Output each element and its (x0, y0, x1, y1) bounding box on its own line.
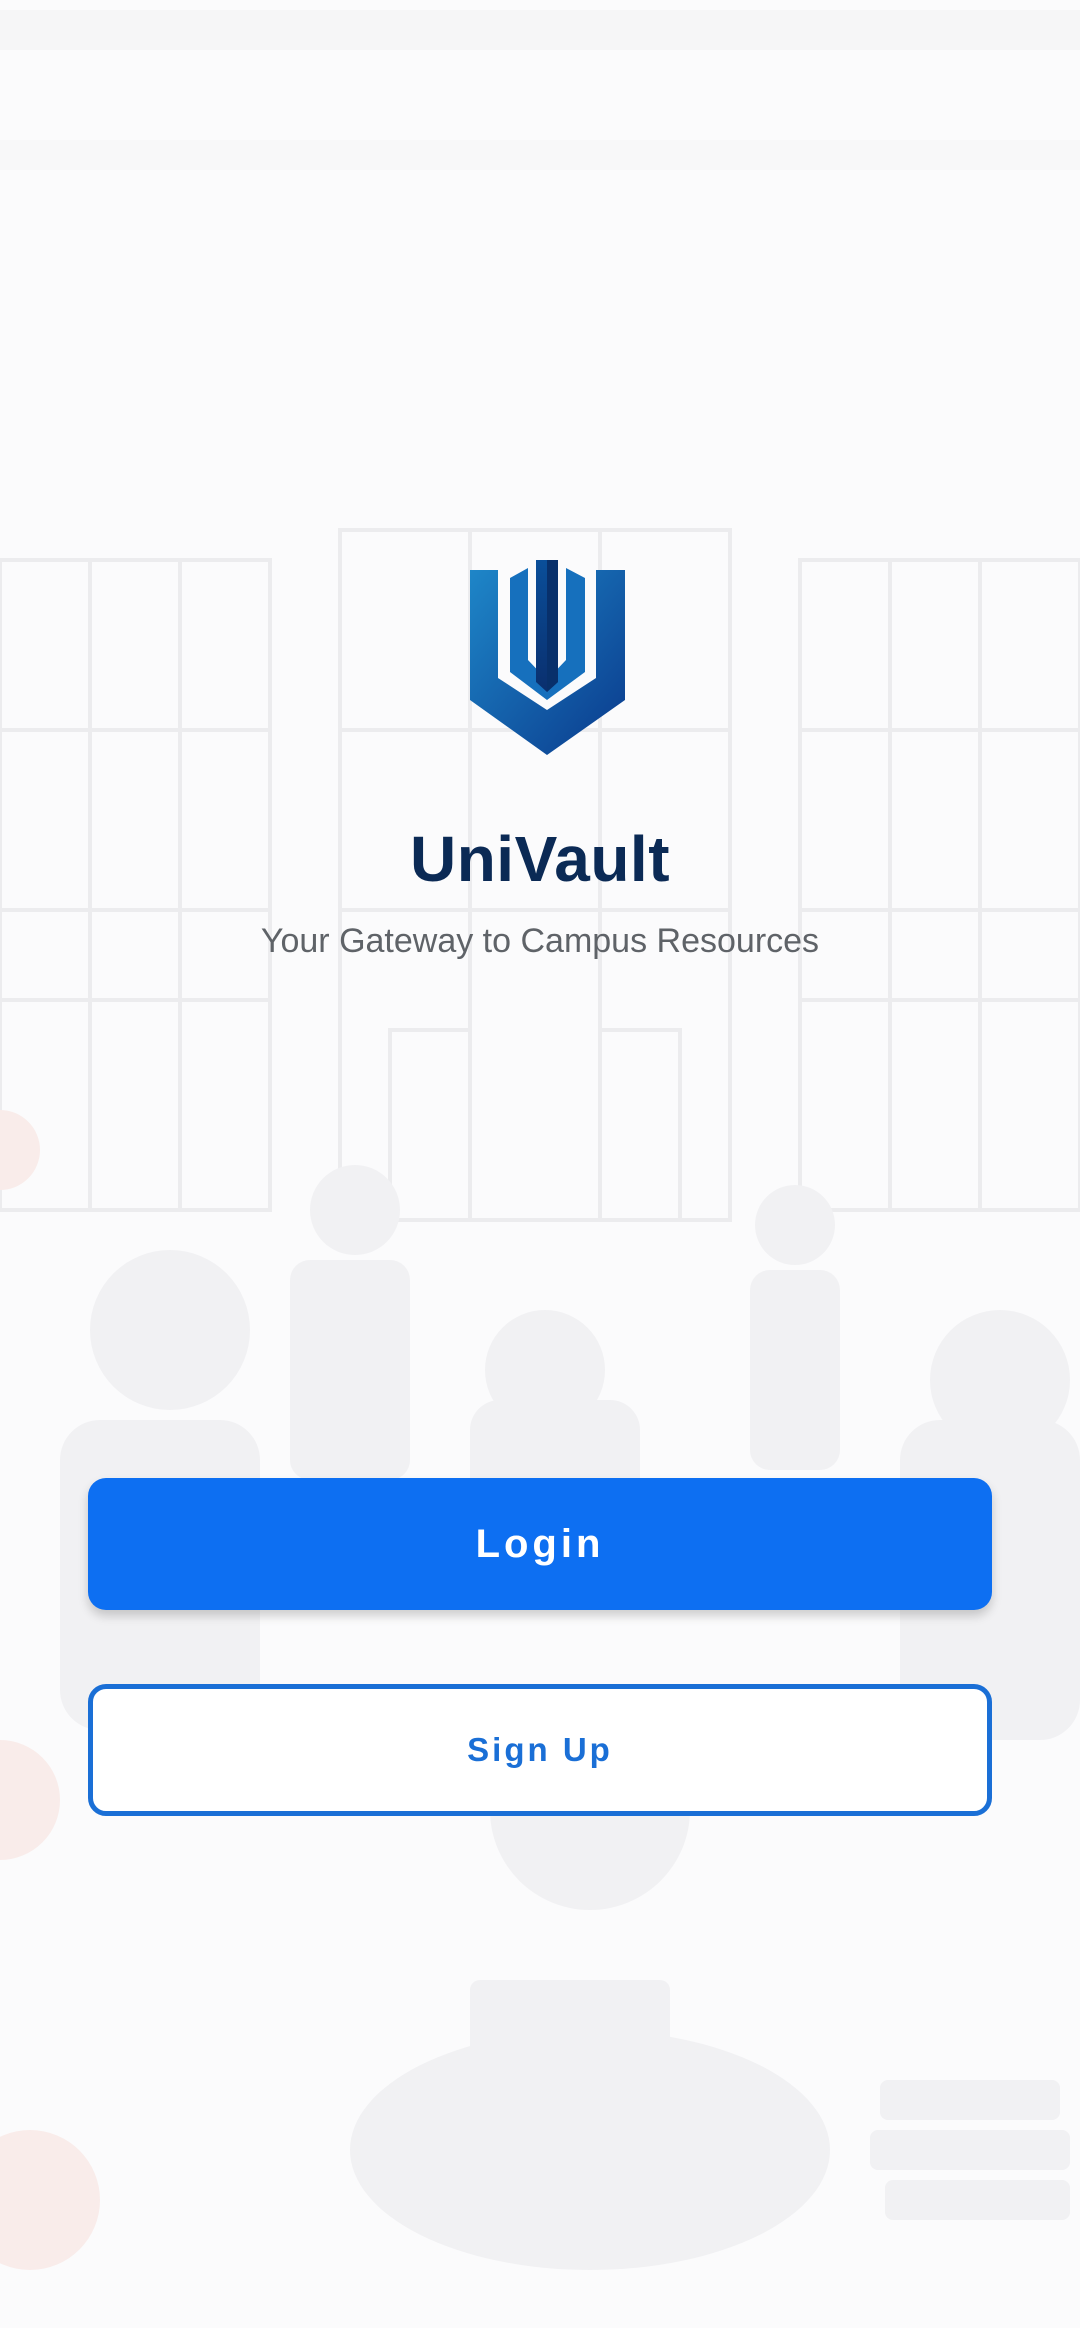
status-bar (0, 10, 1080, 50)
app-title: UniVault (409, 823, 671, 895)
sign-up-button[interactable]: Sign Up (88, 1684, 992, 1816)
top-band (0, 140, 1080, 170)
welcome-screen: UniVault Your Gateway to Campus Resource… (0, 0, 1080, 2328)
background-illustration (0, 528, 1080, 2270)
app-subtitle: Your Gateway to Campus Resources (260, 922, 820, 960)
login-button[interactable]: Login (88, 1478, 992, 1610)
univault-logo-icon (470, 560, 625, 755)
